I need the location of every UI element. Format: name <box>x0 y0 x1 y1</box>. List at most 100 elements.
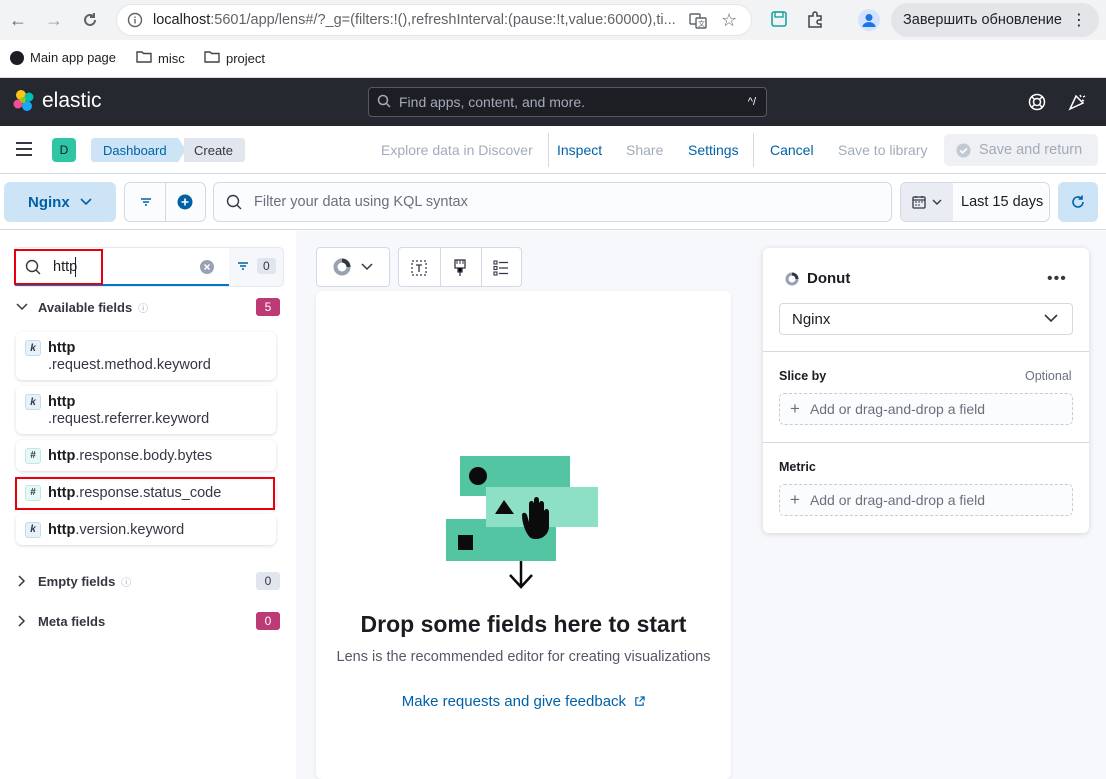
meta-fields-count: 0 <box>256 612 280 630</box>
slice-by-dropzone[interactable]: + Add or drag-and-drop a field <box>779 393 1073 425</box>
date-picker[interactable]: Last 15 days <box>900 182 1050 222</box>
profile-icon[interactable] <box>858 9 880 31</box>
calendar-icon <box>912 195 926 209</box>
metric-dropzone[interactable]: + Add or drag-and-drop a field <box>779 484 1073 516</box>
paint-brush-icon[interactable] <box>453 259 467 280</box>
field-name-match: http <box>48 521 76 538</box>
save-and-return-button[interactable]: Save and return <box>944 134 1098 166</box>
refresh-button[interactable] <box>1058 182 1098 222</box>
meta-fields-toggle[interactable]: Meta fields 0 <box>16 612 280 630</box>
layer-chart-type: Donut <box>785 270 850 287</box>
search-shortcut-hint: ^/ <box>747 96 756 108</box>
settings-button[interactable]: Settings <box>688 142 739 158</box>
site-info-icon[interactable] <box>127 12 143 31</box>
kql-placeholder: Filter your data using KQL syntax <box>254 194 468 210</box>
section-divider <box>763 442 1089 443</box>
bookmark-star-icon[interactable]: ☆ <box>721 10 737 31</box>
data-view-label: Nginx <box>28 193 70 211</box>
drop-fields-illustration <box>446 456 598 589</box>
kql-query-input[interactable]: Filter your data using KQL syntax <box>213 182 892 222</box>
slice-by-dropzone-label: Add or drag-and-drop a field <box>809 401 986 417</box>
legend-list-icon[interactable] <box>493 260 509 279</box>
elastic-bookmark-icon <box>10 50 24 65</box>
global-search-input[interactable]: Find apps, content, and more. ^/ <box>368 87 767 117</box>
elastic-logo-text: elastic <box>42 89 102 112</box>
filter-count-badge: 0 <box>257 258 276 274</box>
feedback-link[interactable]: Make requests and give feedback <box>316 693 731 711</box>
reload-icon[interactable] <box>76 6 104 34</box>
plus-icon: + <box>790 399 800 418</box>
elastic-logo[interactable]: elastic <box>12 89 102 113</box>
field-item-http-response-body-bytes[interactable]: # http .response.body.bytes <box>16 440 276 471</box>
chevron-right-icon <box>18 615 26 627</box>
back-icon[interactable]: ← <box>4 6 32 34</box>
available-fields-toggle[interactable]: Available fields ⓘ 5 <box>16 298 280 316</box>
clear-icon[interactable] <box>200 260 214 277</box>
save-page-icon[interactable] <box>770 10 788 31</box>
filter-menu-icon[interactable] <box>139 195 153 212</box>
available-fields-count: 5 <box>256 298 280 316</box>
bookmark-main-app-page[interactable]: Main app page <box>10 50 116 65</box>
inspect-button[interactable]: Inspect <box>557 142 602 158</box>
empty-fields-count: 0 <box>256 572 280 590</box>
explore-discover-link[interactable]: Explore data in Discover <box>381 142 533 158</box>
highlight-box-status-code <box>15 477 275 510</box>
date-quick-menu[interactable] <box>901 183 953 221</box>
translate-icon[interactable]: 文 <box>689 12 707 33</box>
help-icon[interactable] <box>1028 93 1046 114</box>
extensions-icon[interactable] <box>806 10 824 31</box>
more-vert-icon: ⋮ <box>1071 12 1087 29</box>
space-avatar[interactable]: D <box>52 138 76 162</box>
search-icon <box>226 194 242 210</box>
field-item-http-request-referrer-keyword[interactable]: k http .request.referrer.keyword <box>16 386 276 434</box>
add-filter-icon[interactable] <box>177 194 193 213</box>
check-circle-icon <box>956 142 971 158</box>
breadcrumb-dashboard[interactable]: Dashboard <box>91 138 179 162</box>
field-type-filter-button[interactable]: 0 <box>237 258 276 274</box>
bookmark-folder-misc[interactable]: misc <box>136 50 185 66</box>
highlight-box-search <box>14 249 103 285</box>
titles-text-icon[interactable] <box>411 260 427 279</box>
bookmark-folder-project[interactable]: project <box>204 50 265 66</box>
section-divider <box>763 351 1089 352</box>
field-name-rest: .request.method.keyword <box>48 357 211 373</box>
url-path: :5601/app/lens#/?_g=(filters:!(),refresh… <box>210 12 676 28</box>
news-feed-icon[interactable] <box>1068 93 1086 114</box>
layer-actions-icon[interactable]: ••• <box>1047 270 1067 288</box>
chart-toolbar-group <box>398 247 522 287</box>
chart-type-switcher[interactable] <box>316 247 390 287</box>
donut-chart-icon <box>333 258 351 276</box>
breadcrumb-create-label: Create <box>194 142 234 158</box>
drop-zone-subtitle: Lens is the recommended editor for creat… <box>336 649 711 665</box>
data-view-picker[interactable]: Nginx <box>4 182 116 222</box>
number-type-icon: # <box>25 447 41 464</box>
folder-icon <box>204 50 220 66</box>
global-search-placeholder: Find apps, content, and more. <box>399 94 585 110</box>
empty-fields-toggle[interactable]: Empty fields ⓘ 0 <box>16 572 280 590</box>
feedback-link-label: Make requests and give feedback <box>401 693 627 710</box>
share-button[interactable]: Share <box>626 142 663 158</box>
forward-icon[interactable]: → <box>40 6 68 34</box>
layer-data-view-select[interactable]: Nginx <box>779 303 1073 335</box>
cancel-button[interactable]: Cancel <box>770 142 814 158</box>
save-and-return-label: Save and return <box>979 142 1083 158</box>
keyword-type-icon: k <box>25 340 41 356</box>
save-to-library-button[interactable]: Save to library <box>838 142 927 158</box>
nav-divider <box>548 133 549 167</box>
layer-data-view-label: Nginx <box>792 310 831 328</box>
bookmarks-bar: Main app page misc project <box>0 40 1106 78</box>
menu-toggle-icon[interactable] <box>15 141 33 160</box>
bookmark-label: misc <box>158 50 185 66</box>
visualization-canvas[interactable]: Drop some fields here to start Lens is t… <box>316 291 731 779</box>
donut-chart-icon <box>785 272 799 286</box>
chevron-down-icon <box>80 198 92 206</box>
external-link-icon <box>634 694 645 711</box>
folder-icon <box>136 50 152 66</box>
finish-update-button[interactable]: Завершить обновление ⋮ <box>891 3 1099 37</box>
space-avatar-initial: D <box>59 143 69 157</box>
svg-text:文: 文 <box>698 19 705 28</box>
field-name-rest: .version.keyword <box>75 521 185 538</box>
address-bar[interactable]: localhost:5601/app/lens#/?_g=(filters:!(… <box>116 4 752 36</box>
field-item-http-request-method-keyword[interactable]: k http .request.method.keyword <box>16 332 276 380</box>
field-item-http-version-keyword[interactable]: k http .version.keyword <box>16 514 276 545</box>
